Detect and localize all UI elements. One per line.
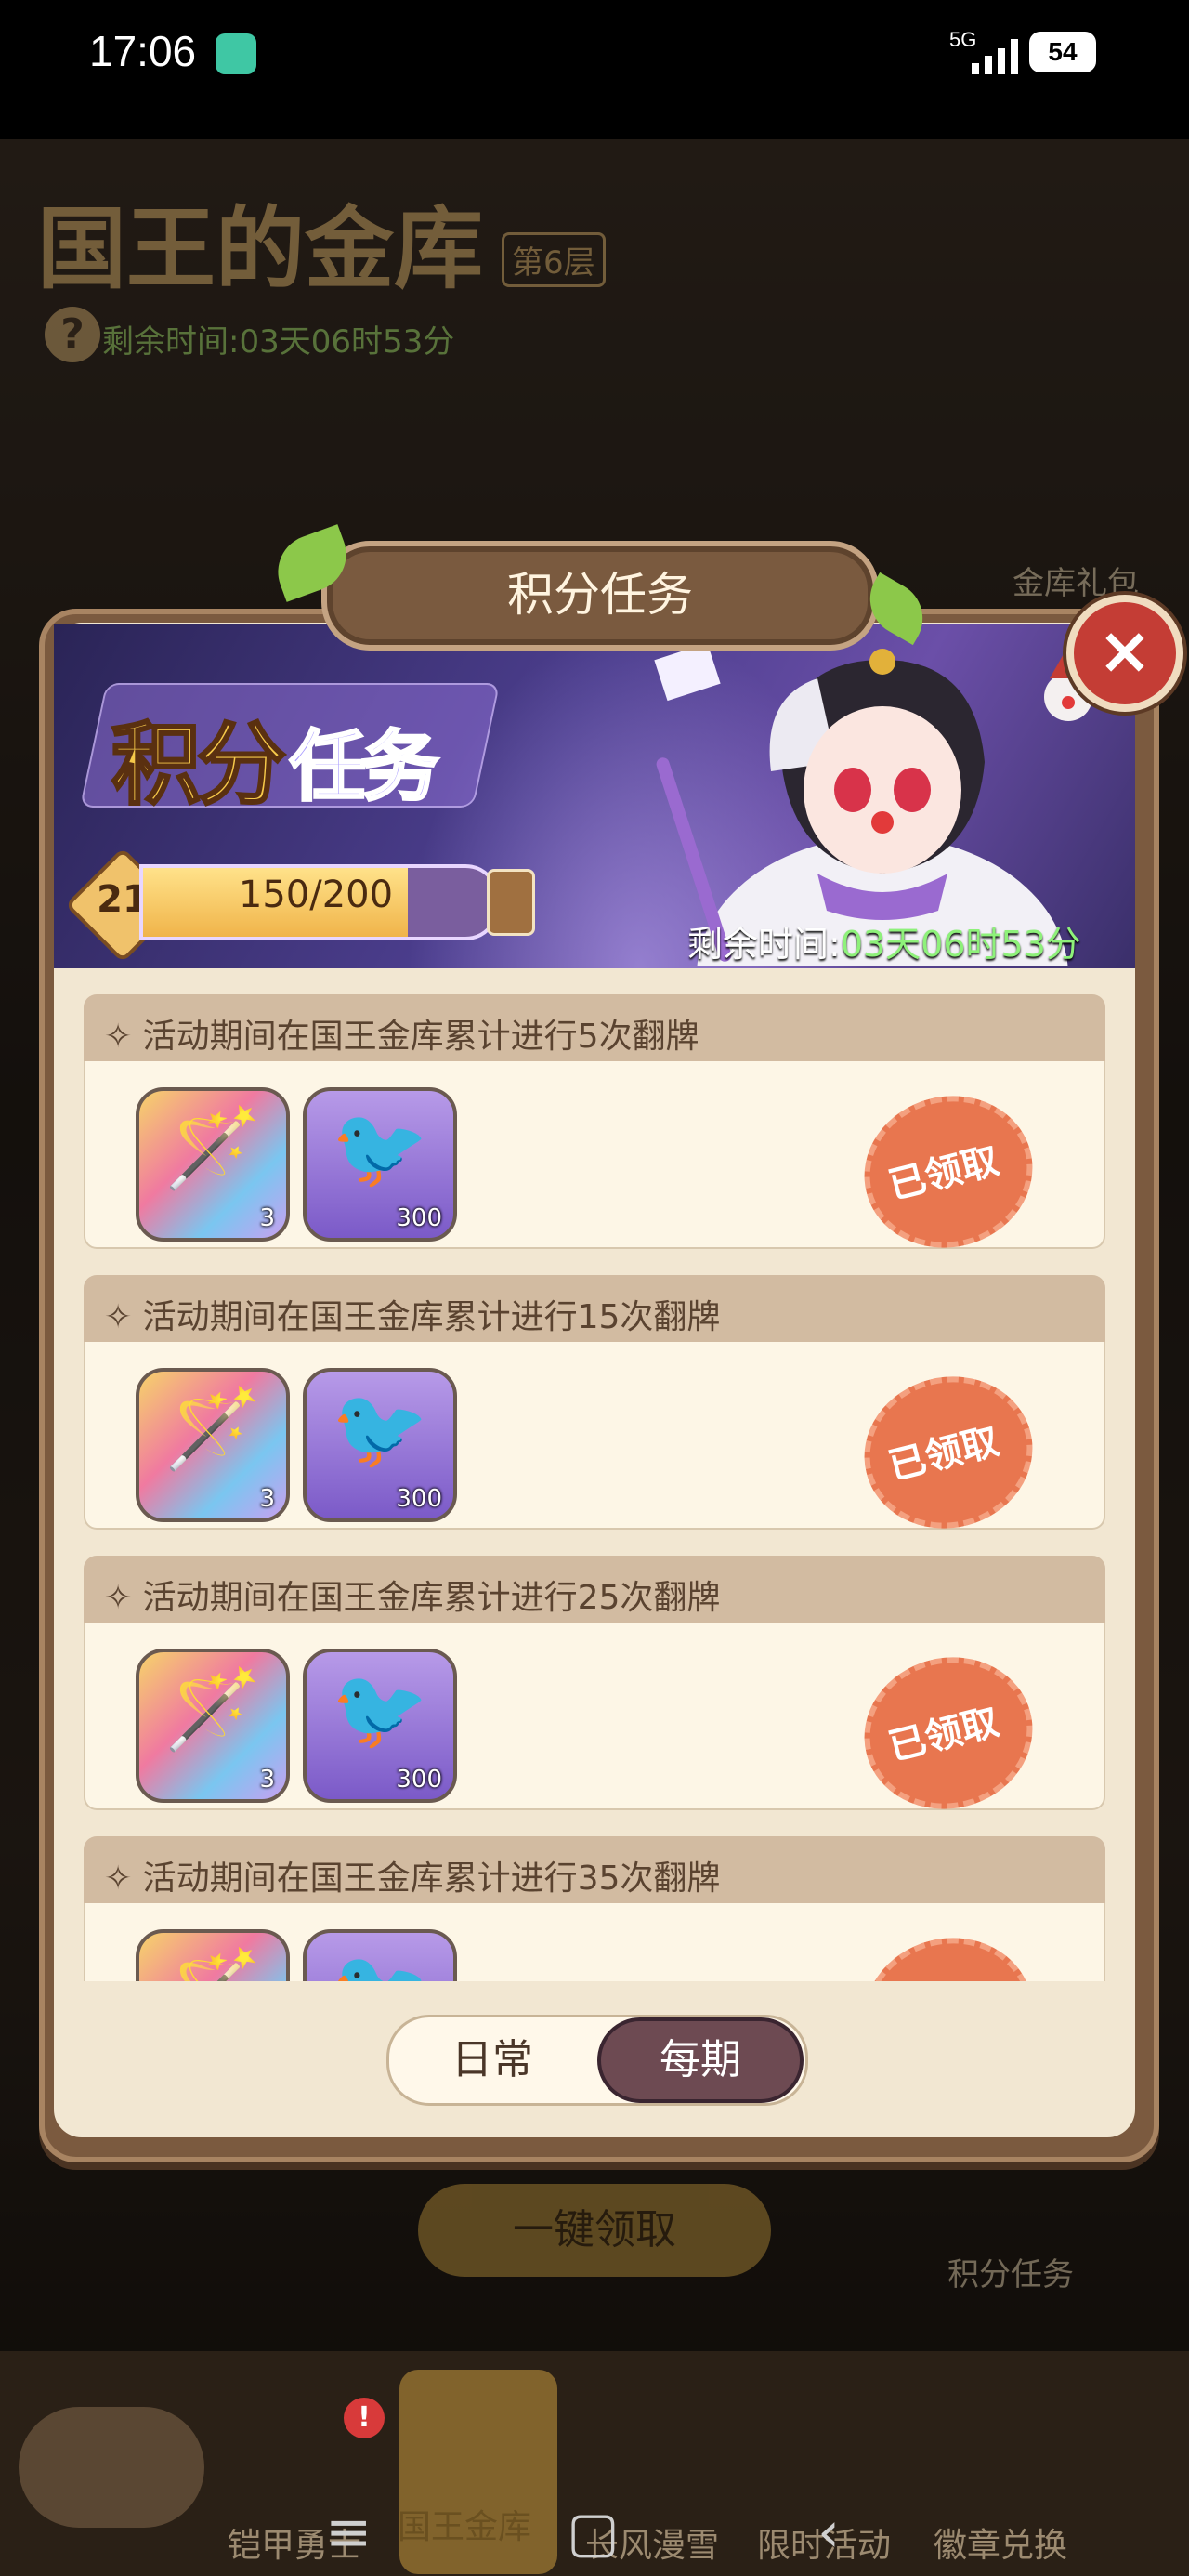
reward-count: 300 [396,1204,442,1232]
banner-timer-label: 剩余时间: [687,924,841,965]
system-home-icon[interactable]: ▢ [567,2500,620,2565]
claim-all-button[interactable]: 一键领取 [418,2184,771,2277]
close-button[interactable]: × [1066,595,1183,712]
nav-item-king-vault[interactable]: 国王金库 [398,2500,531,2557]
back-button[interactable] [19,2407,204,2528]
app-notification-icon [216,33,256,74]
tab-daily[interactable]: 日常 [389,2017,595,2103]
task-title-wrap: ✧ 活动期间在国王金库累计进行5次翻牌 [104,1018,699,1056]
system-back-icon[interactable]: ‹ [817,2500,840,2565]
vault-title: 国王的金库 [37,197,483,301]
task-title: 活动期间在国王金库累计进行15次翻牌 [142,1298,721,1336]
reward-wand[interactable]: 🪄 3 [136,1087,290,1242]
magic-wand-icon: 🪄 [163,1102,262,1193]
pink-bird-icon: 🐦 [331,1102,429,1193]
reward-bird[interactable]: 🐦 300 [303,1087,457,1242]
banner-title-part2: 任务 [288,722,439,813]
reward-count: 300 [396,1766,442,1794]
task-item: ✧ 活动期间在国王金库累计进行35次翻牌 🪄 🐦 [84,1836,1105,1981]
reward-bird[interactable]: 🐦 [303,1929,457,1981]
pink-bird-icon: 🐦 [307,1944,453,1981]
status-bar: 17:06 5G 54 [0,0,1189,139]
reward-bird[interactable]: 🐦 300 [303,1649,457,1803]
task-item: ✧ 活动期间在国王金库累计进行5次翻牌 🪄 3 🐦 300 已领取 [84,994,1105,1266]
task-title-wrap: ✧ 活动期间在国王金库累计进行15次翻牌 [104,1298,721,1336]
pink-bird-icon: 🐦 [331,1383,429,1474]
magic-wand-icon: 🪄 [163,1383,262,1474]
task-title: 活动期间在国王金库累计进行25次翻牌 [142,1579,721,1617]
task-title: 活动期间在国王金库累计进行5次翻牌 [142,1018,699,1056]
task-title-wrap: ✧ 活动期间在国王金库累计进行35次翻牌 [104,1860,721,1898]
task-header: ✧ 活动期间在国王金库累计进行25次翻牌 [84,1556,1105,1623]
reward-count: 3 [259,1204,275,1232]
progress-chest-icon [487,869,535,936]
reward-wand[interactable]: 🪄 3 [136,1649,290,1803]
vault-timer: 剩余时间:03天06时53分 [102,323,455,361]
magic-wand-icon: 🪄 [139,1944,286,1981]
signal-icon [972,39,1018,74]
nav-alert-badge: ! [344,2398,385,2438]
task-header: ✧ 活动期间在国王金库累计进行35次翻牌 [84,1836,1105,1903]
banner-title-part1: 积分 [111,712,288,819]
task-tab-switcher: 日常 每期 [386,2015,808,2106]
system-menu-icon[interactable]: ≡ [325,2500,372,2565]
nav-item-badge-exchange[interactable]: 徽章兑换 [934,2518,1067,2565]
task-title-wrap: ✧ 活动期间在国王金库累计进行25次翻牌 [104,1579,721,1617]
reward-count: 3 [259,1766,275,1794]
magic-wand-icon: 🪄 [163,1663,262,1755]
reward-count: 300 [396,1485,442,1513]
help-icon[interactable]: ? [45,307,100,362]
reward-count: 3 [259,1485,275,1513]
points-tasks-button[interactable]: 积分任务 [947,2249,1074,2294]
battery-indicator: 54 [1029,32,1096,72]
reward-bird[interactable]: 🐦 300 [303,1368,457,1522]
modal-title: 积分任务 [507,568,693,622]
task-item: ✧ 活动期间在国王金库累计进行25次翻牌 🪄 3 🐦 300 已领取 [84,1556,1105,1827]
points-progress-text: 150/200 [238,874,394,916]
pink-bird-icon: 🐦 [331,1663,429,1755]
banner-timer: 剩余时间:03天06时53分 [687,915,1081,966]
task-list[interactable]: ✧ 活动期间在国王金库累计进行5次翻牌 🪄 3 🐦 300 已领取 ✧ 活动期间… [76,994,1113,1981]
task-header: ✧ 活动期间在国王金库累计进行15次翻牌 [84,1275,1105,1342]
status-time: 17:06 [89,27,197,75]
banner-timer-value: 03天06时53分 [840,924,1081,965]
task-item: ✧ 活动期间在国王金库累计进行15次翻牌 🪄 3 🐦 300 已领取 [84,1275,1105,1546]
floor-badge: 第6层 [502,232,606,287]
task-title: 活动期间在国王金库累计进行35次翻牌 [142,1860,721,1898]
reward-wand[interactable]: 🪄 [136,1929,290,1981]
task-header: ✧ 活动期间在国王金库累计进行5次翻牌 [84,994,1105,1061]
reward-wand[interactable]: 🪄 3 [136,1368,290,1522]
tab-periodic[interactable]: 每期 [597,2017,804,2103]
